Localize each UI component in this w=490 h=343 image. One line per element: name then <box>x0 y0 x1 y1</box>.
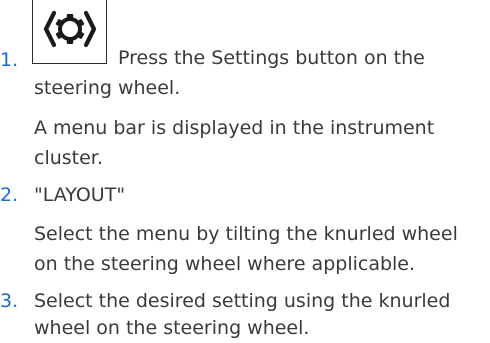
step-1-result-line-1: A menu bar is displayed in the instrumen… <box>34 117 435 139</box>
step-2-result-line-1: Select the menu by tilting the knurled w… <box>34 223 458 245</box>
settings-button-box <box>32 0 107 64</box>
instruction-list: 1. Press the Settings button on the stee… <box>0 0 490 339</box>
step-1-result-line-2: cluster. <box>34 147 103 169</box>
settings-gear-icon <box>43 10 97 48</box>
step-1-line-1: Press the Settings button on the <box>118 47 425 69</box>
step-1-number: 1. <box>0 49 19 71</box>
step-3-number: 3. <box>0 290 19 312</box>
step-2-number: 2. <box>0 184 19 206</box>
step-3-line-1: Select the desired setting using the knu… <box>34 290 451 312</box>
step-2-line-1: "LAYOUT" <box>34 184 126 206</box>
step-1-line-2: steering wheel. <box>34 77 181 99</box>
step-3-line-2: wheel on the steering wheel. <box>34 317 310 339</box>
step-2-result-line-2: on the steering wheel where applicable. <box>34 253 416 275</box>
